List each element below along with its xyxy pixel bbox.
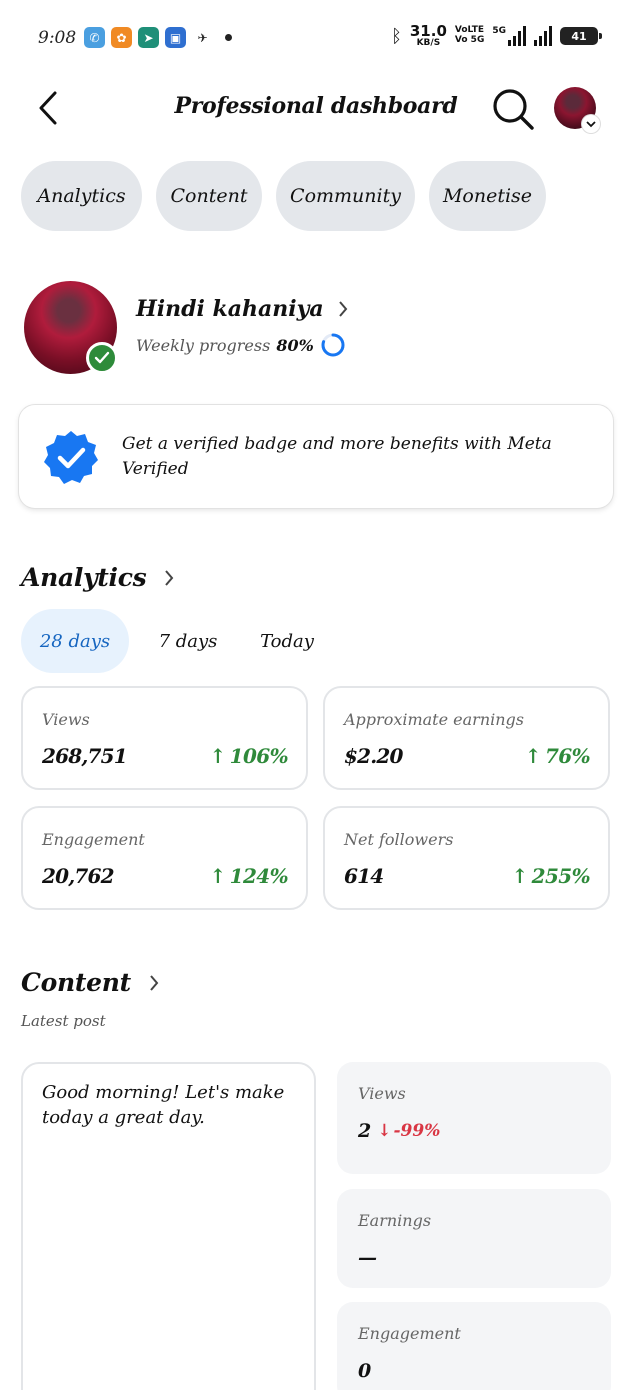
search-icon [493, 89, 534, 130]
nav-app-icon: ➤ [138, 27, 159, 48]
progress-ring-icon [321, 333, 345, 357]
bluetooth-icon: ᛒ [391, 25, 402, 47]
bird-app-icon: ✈ [197, 30, 208, 45]
stat-change-value: 76% [544, 744, 591, 768]
tab-community[interactable]: Community [276, 161, 415, 231]
profile-name-link[interactable]: Hindi kahaniya [136, 296, 348, 322]
network-speed: 31.0 KB/S [410, 24, 447, 48]
post-earnings-card: Earnings — [337, 1189, 611, 1288]
range-today[interactable]: Today [247, 609, 327, 673]
arrow-up-icon: ↑ [209, 744, 226, 768]
search-button[interactable] [490, 86, 536, 132]
chevron-down-icon [582, 115, 600, 133]
arrow-down-icon: ↓ [377, 1121, 392, 1141]
metric-label: Engagement [358, 1324, 461, 1343]
signal-icon [534, 26, 552, 46]
volte-indicator: VoLTE Vo 5G [454, 25, 485, 46]
meta-verified-badge-icon [44, 431, 98, 484]
weekly-progress: Weekly progress 80% [136, 332, 346, 358]
metric-value-row: 2 ↓ -99% [358, 1120, 440, 1142]
metric-value: 2 [358, 1120, 372, 1142]
metric-value: 0 [358, 1360, 372, 1382]
page-title: Professional dashboard [174, 93, 458, 119]
messenger-app-icon: ✆ [84, 27, 105, 48]
progress-value: 80% [276, 335, 314, 355]
stat-change: ↑ 76% [524, 744, 591, 768]
arrow-up-icon: ↑ [511, 864, 528, 888]
status-time: 9:08 [38, 28, 77, 48]
metric-value: — [358, 1247, 377, 1269]
stat-change-value: 106% [229, 744, 289, 768]
tab-monetise[interactable]: Monetise [429, 161, 546, 231]
notification-icons: ✆ ✿ ➤ ▣ ✈ [84, 27, 232, 48]
chevron-right-icon [338, 301, 348, 317]
stat-label: Approximate earnings [344, 710, 524, 729]
stat-value: $2.20 [344, 744, 403, 768]
post-views-card: Views 2 ↓ -99% [337, 1062, 611, 1174]
stat-value: 268,751 [42, 744, 128, 768]
bank-app-icon: ▣ [165, 27, 186, 48]
stat-label: Views [42, 710, 90, 729]
network-type: 5G [492, 26, 506, 36]
meta-verified-text: Get a verified badge and more benefits w… [122, 434, 552, 479]
stat-change-value: 124% [229, 864, 289, 888]
latest-post-label: Latest post [21, 1012, 106, 1030]
stat-change: ↑ 255% [511, 864, 590, 888]
status-bar: 9:08 ✆ ✿ ➤ ▣ ✈ ᛒ 31.0 KB/S VoLTE Vo 5G 5… [0, 22, 632, 56]
tab-analytics[interactable]: Analytics [21, 161, 142, 231]
system-indicators: ᛒ 31.0 KB/S VoLTE Vo 5G 5G 41 [391, 24, 602, 48]
analytics-title: Analytics [21, 563, 147, 592]
range-7-days[interactable]: 7 days [129, 609, 247, 673]
stat-value: 614 [344, 864, 384, 888]
stat-card-earnings[interactable]: Approximate earnings $2.20 ↑ 76% [323, 686, 610, 790]
range-28-days[interactable]: 28 days [21, 609, 129, 673]
stat-value: 20,762 [42, 864, 115, 888]
game-app-icon: ✿ [111, 27, 132, 48]
content-section-link[interactable]: Content [21, 968, 159, 997]
analytics-section-link[interactable]: Analytics [21, 563, 174, 592]
meta-verified-card[interactable]: Get a verified badge and more benefits w… [19, 405, 613, 508]
metric-label: Earnings [358, 1211, 432, 1230]
tab-content[interactable]: Content [156, 161, 262, 231]
account-switcher-button[interactable] [554, 87, 600, 133]
chevron-right-icon [165, 569, 174, 586]
progress-label: Weekly progress [136, 335, 271, 355]
post-engagement-card: Engagement 0 [337, 1302, 611, 1390]
battery-icon: 41 [560, 27, 602, 45]
dashboard-tabs: Analytics Content Community Monetise [21, 161, 546, 231]
metric-label: Views [358, 1084, 406, 1103]
arrow-up-icon: ↑ [209, 864, 226, 888]
stat-change-value: 255% [531, 864, 591, 888]
stat-change: ↑ 124% [209, 864, 288, 888]
arrow-up-icon: ↑ [524, 744, 542, 768]
profile-name: Hindi kahaniya [136, 296, 324, 322]
post-text: Good morning! Let's make today a great d… [42, 1082, 285, 1128]
verified-check-icon [86, 342, 118, 374]
stat-label: Net followers [344, 830, 454, 849]
latest-post-card[interactable]: Good morning! Let's make today a great d… [21, 1062, 316, 1390]
speed-value: 31.0 [409, 22, 447, 40]
stat-card-views[interactable]: Views 268,751 ↑ 106% [21, 686, 308, 790]
speed-unit: KB/S [416, 38, 441, 48]
stat-card-engagement[interactable]: Engagement 20,762 ↑ 124% [21, 806, 308, 910]
battery-level: 41 [571, 29, 587, 43]
volte-bottom: Vo 5G [454, 35, 485, 45]
stat-card-net-followers[interactable]: Net followers 614 ↑ 255% [323, 806, 610, 910]
signal-5g-icon: 5G [492, 26, 526, 46]
metric-change-value: -99% [393, 1121, 441, 1141]
date-range-tabs: 28 days 7 days Today [21, 609, 327, 673]
metric-change: ↓ -99% [377, 1121, 440, 1141]
content-title: Content [21, 968, 131, 997]
stat-change: ↑ 106% [209, 744, 288, 768]
more-notifications-dot [225, 34, 232, 41]
chevron-right-icon [150, 974, 159, 991]
stat-label: Engagement [42, 830, 145, 849]
